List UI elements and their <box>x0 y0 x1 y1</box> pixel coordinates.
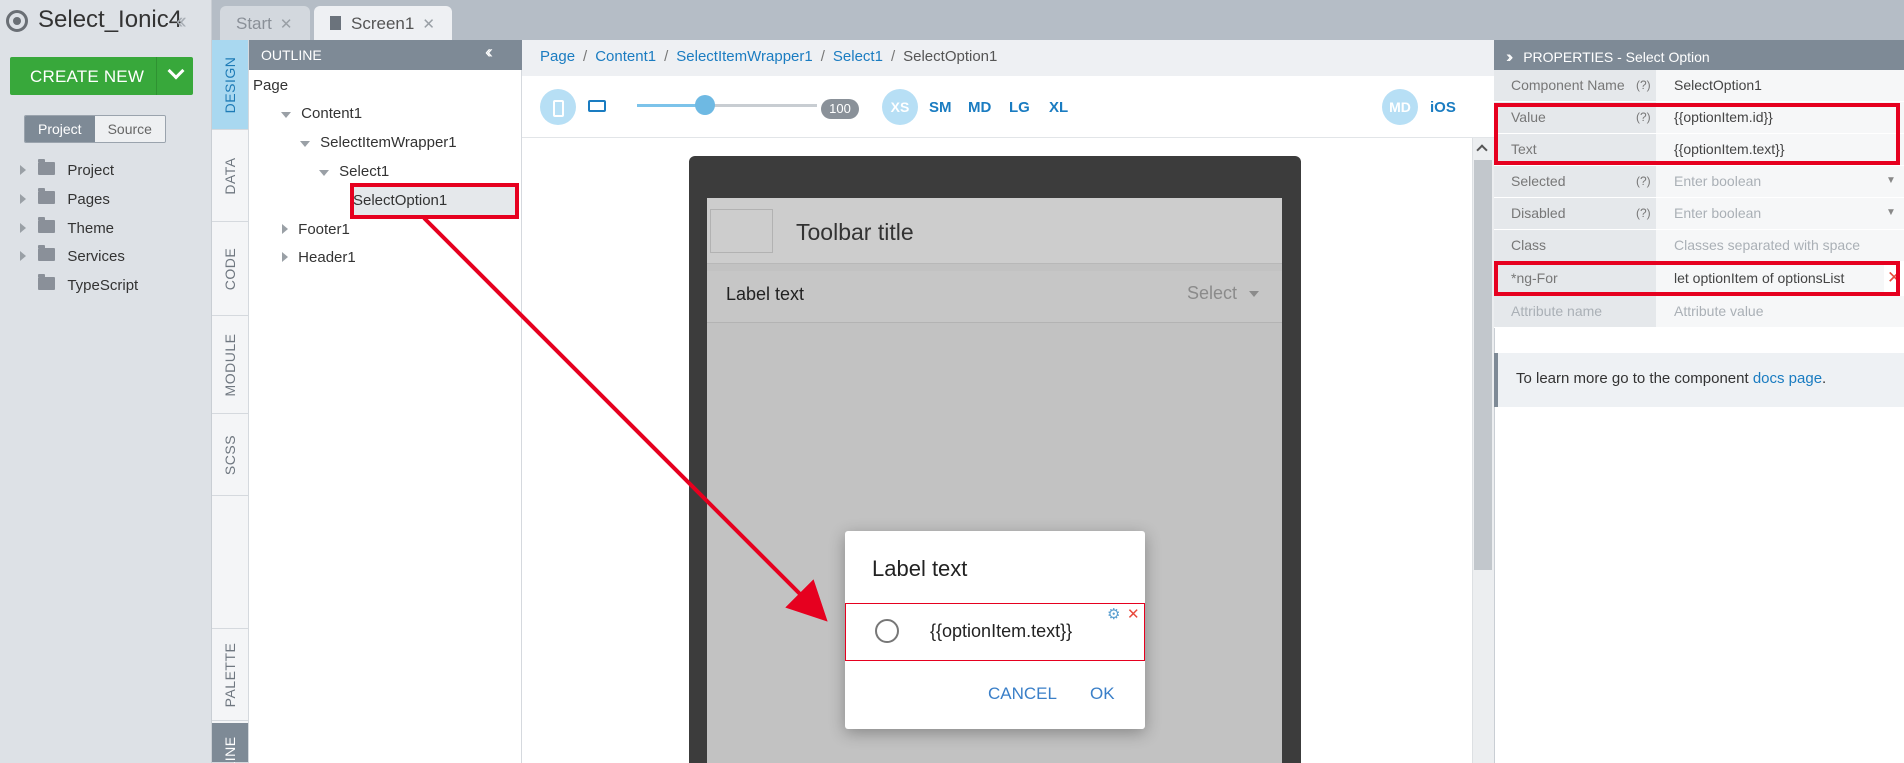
annotation-arrow <box>422 216 828 622</box>
